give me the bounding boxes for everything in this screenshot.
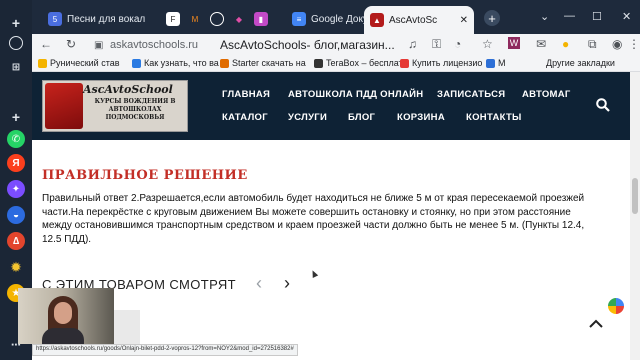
pink-icon: ▮ (254, 12, 268, 26)
bookmark-icon (400, 58, 409, 68)
tab-title: Google Докум (311, 13, 366, 25)
bookmark-item[interactable]: Рунический став (38, 58, 120, 68)
tab-strip: 5 Песни для вокал F M ◆ ▮ ≡ Google Докум… (32, 0, 640, 34)
bookmark-item[interactable]: Как узнать, что ва (132, 58, 219, 68)
tab-songs[interactable]: 5 Песни для вокал (42, 8, 152, 30)
tab-icon-f[interactable]: F (160, 8, 180, 30)
f-icon: F (166, 12, 180, 26)
sun-icon[interactable]: ✹ (7, 258, 25, 276)
bookmark-icon (486, 58, 495, 68)
status-url: https://askavtoschools.ru/goods/Onlajn-b… (32, 344, 298, 356)
close-tab-icon[interactable]: ✕ (460, 15, 468, 26)
bookmark-icon (220, 58, 229, 68)
bookmark-item[interactable]: Starter скачать на (220, 58, 306, 68)
docs-icon: ≡ (292, 12, 306, 26)
extensions-icon[interactable]: ⧉ (588, 37, 597, 52)
tab-title: Песни для вокал (67, 13, 146, 25)
bookmark-icon (132, 58, 141, 68)
chevron-left-icon[interactable]: ‹ (256, 273, 262, 294)
apps-icon[interactable]: ∆ (7, 232, 25, 250)
clock-icon[interactable] (9, 36, 23, 50)
tab-icon-circle[interactable] (204, 8, 224, 30)
nav-contacts[interactable]: КОНТАКТЫ (466, 112, 522, 123)
messenger-icon[interactable]: ✦ (7, 180, 25, 198)
bookmark-item[interactable]: TeraBox – бесплат (314, 58, 403, 68)
bookmark-star-icon[interactable]: ☆ (482, 37, 493, 51)
translate-icon[interactable]: ◔ (454, 37, 461, 51)
logo-brand: AscAvtoSchool (83, 83, 173, 96)
page-scrollbar[interactable] (630, 72, 640, 360)
bookmark-icon (38, 58, 47, 68)
circle-icon (210, 12, 224, 26)
headphones-icon[interactable]: ♫ (408, 37, 417, 51)
tab-title: AscAvtoSc (389, 14, 438, 26)
tab-askavtoschools[interactable]: ▲ AscAvtoSc ✕ (364, 6, 474, 34)
nav-cart[interactable]: КОРЗИНА (397, 112, 445, 123)
nav-blog[interactable]: БЛОГ (348, 112, 375, 123)
maximize-icon[interactable]: ☐ (592, 10, 602, 23)
search-icon[interactable] (596, 98, 610, 117)
site-logo[interactable]: AscAvtoSchool КУРСЫ ВОЖДЕНИЯ В АВТОШКОЛА… (42, 80, 188, 132)
tab-favicon-icon: 5 (48, 12, 62, 26)
back-to-top-icon[interactable] (584, 312, 608, 336)
bookmark-item[interactable]: M (486, 58, 506, 68)
browser-toolbar: ← ↻ ▣ askavtoschools.ru AscAvtoSchools- … (32, 34, 640, 56)
nav-home[interactable]: ГЛАВНАЯ (222, 89, 270, 100)
ext-w-icon[interactable]: W (508, 37, 520, 49)
site-favicon-icon: ▲ (370, 13, 384, 27)
scroll-thumb[interactable] (632, 178, 638, 214)
yandex-icon[interactable]: Я (7, 154, 25, 172)
nav-catalog[interactable]: КАТАЛОГ (222, 112, 268, 123)
close-window-icon[interactable]: ✕ (622, 10, 631, 23)
tab-search-icon[interactable]: ⌄ (540, 10, 549, 23)
bookmark-icon (314, 58, 323, 68)
car-image (45, 83, 83, 129)
app-icon[interactable]: ◒ (7, 206, 25, 224)
related-product-card[interactable] (114, 310, 140, 344)
bookmark-item[interactable]: Купить лицензио (400, 58, 482, 68)
url-title: AscAvtoSchools- блог,магазин... (220, 38, 395, 52)
address-bar[interactable]: ▣ askavtoschools.ru AscAvtoSchools- блог… (92, 36, 532, 54)
bookmarks-bar: Рунический став Как узнать, что ва Start… (32, 56, 640, 72)
tab-icon-m[interactable]: M (182, 8, 202, 30)
google-badge-icon[interactable] (608, 298, 624, 314)
new-tab-button[interactable]: + (484, 10, 500, 26)
menu-icon[interactable]: ⋮ (628, 37, 640, 51)
back-icon[interactable]: ← (40, 37, 52, 51)
db-icon: ◆ (232, 12, 246, 26)
answer-text: Правильный ответ 2.Разрешается,если авто… (42, 193, 585, 245)
ext-bulb-icon[interactable]: ● (562, 37, 569, 51)
logo-subtitle: КУРСЫ ВОЖДЕНИЯ В АВТОШКОЛАХ ПОДМОСКОВЬЯ (94, 98, 176, 121)
webcam-overlay (18, 288, 114, 344)
key-icon[interactable]: ⚿ (432, 37, 441, 52)
grid-icon[interactable]: ⊞ (7, 58, 25, 76)
nav-pdd-online[interactable]: АВТОШКОЛА ПДД ОНЛАЙН (288, 89, 423, 100)
chevron-right-icon[interactable]: › (284, 273, 290, 294)
plus-icon[interactable]: + (7, 14, 25, 32)
site-header: AscAvtoSchool КУРСЫ ВОЖДЕНИЯ В АВТОШКОЛА… (32, 72, 640, 140)
nav-automag[interactable]: АВТОМАГ (522, 89, 571, 100)
tab-icon-db[interactable]: ◆ (226, 8, 246, 30)
minimize-icon[interactable]: — (564, 10, 575, 22)
nav-signup[interactable]: ЗАПИСАТЬСЯ (437, 89, 505, 100)
answer-heading: ПРАВИЛЬНОЕ РЕШЕНИЕ (42, 168, 248, 183)
site-info-icon[interactable]: ▣ (94, 40, 106, 52)
tab-icon-pink[interactable]: ▮ (248, 8, 268, 30)
ext-mail-icon[interactable]: ✉ (536, 37, 546, 51)
url-host: askavtoschools.ru (110, 39, 199, 51)
tab-google-docs[interactable]: ≡ Google Докум (286, 8, 366, 30)
other-bookmarks[interactable]: Другие закладки (546, 58, 615, 68)
nav-services[interactable]: УСЛУГИ (288, 112, 327, 123)
reload-icon[interactable]: ↻ (66, 37, 76, 51)
add-icon[interactable]: + (7, 108, 25, 126)
m-icon: M (188, 12, 202, 26)
whatsapp-icon[interactable]: ✆ (7, 130, 25, 148)
profile-icon[interactable]: ◉ (612, 37, 622, 51)
